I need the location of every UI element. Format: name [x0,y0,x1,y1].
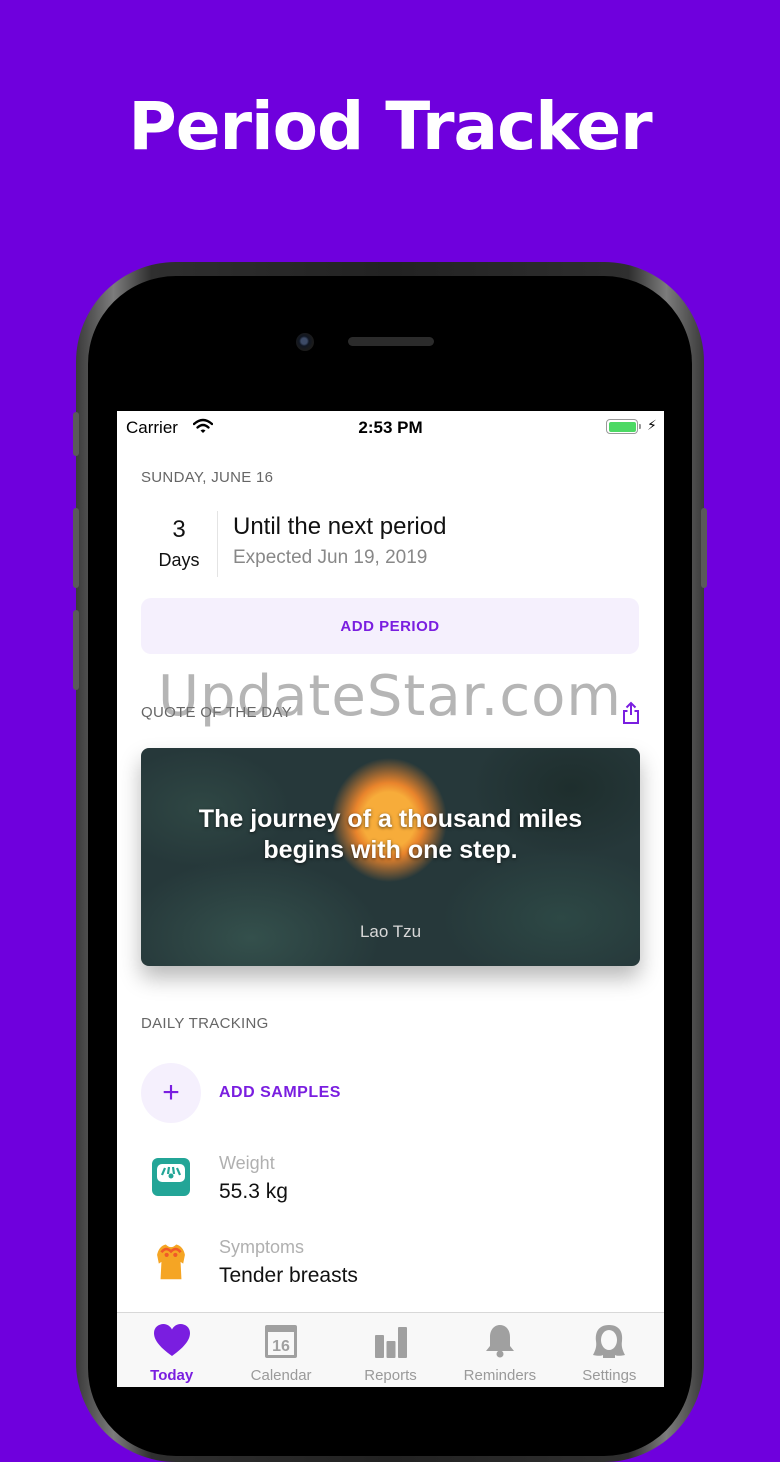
calendar-day-number: 16 [272,1338,290,1355]
tab-reports[interactable]: Reports [336,1313,445,1387]
days-number: 3 [172,516,186,543]
calendar-icon: 16 [265,1325,298,1358]
daily-tracking-label: DAILY TRACKING [141,1015,269,1032]
add-samples-button[interactable]: ADD SAMPLES [219,1084,341,1102]
tab-calendar[interactable]: 16 Calendar [226,1313,335,1387]
quote-card[interactable]: The journey of a thousand miles begins w… [141,748,640,966]
status-bar: Carrier 2:53 PM ⚡ [117,411,664,445]
tab-label-reports: Reports [364,1367,417,1384]
expected-date: Expected Jun 19, 2019 [233,547,428,568]
weight-value[interactable]: 55.3 kg [219,1180,288,1204]
symptoms-value[interactable]: Tender breasts [219,1264,358,1288]
battery-cap [639,424,641,429]
volume-up-button [73,508,79,588]
body-icon [157,1244,185,1280]
power-button [701,508,707,588]
tab-reminders[interactable]: Reminders [445,1313,554,1387]
person-icon [593,1325,626,1358]
earpiece-speaker [348,337,434,346]
mute-switch [73,412,79,456]
symptoms-label: Symptoms [219,1237,305,1257]
watermark: UpdateStar.com [158,664,622,729]
status-time: 2:53 PM [358,418,423,437]
headline: Period Tracker [128,88,652,165]
tab-settings[interactable]: Settings [555,1313,664,1387]
add-samples-plus-icon[interactable]: + [141,1063,201,1123]
heart-icon [153,1324,190,1356]
bar-chart-icon [374,1327,407,1358]
quote-line-1: The journey of a thousand miles [198,805,583,833]
front-camera [296,333,314,351]
scale-icon [152,1158,190,1196]
quote-text: The journey of a thousand miles begins w… [141,804,640,866]
app-screen: Carrier 2:53 PM ⚡ SUNDAY, JUNE 16 3 Days… [117,411,664,1387]
battery-icon [606,419,638,434]
add-period-button[interactable]: ADD PERIOD [141,598,639,654]
quote-line-2: begins with one step. [263,836,518,864]
days-countdown: 3 Days [141,511,218,577]
quote-author: Lao Tzu [359,922,422,941]
days-unit: Days [158,550,200,570]
weight-label: Weight [219,1153,275,1173]
tab-label-settings: Settings [582,1367,637,1384]
tab-bar: Today 16 Calendar Reports Reminders Sett… [117,1312,664,1387]
tab-label-calendar: Calendar [250,1367,312,1384]
charging-bolt-icon: ⚡ [647,417,657,433]
tab-label-today: Today [150,1367,194,1384]
tab-label-reminders: Reminders [463,1367,537,1384]
tab-today[interactable]: Today [117,1313,226,1387]
date-label: SUNDAY, JUNE 16 [141,469,274,486]
next-period-title: Until the next period [233,513,447,540]
bell-icon [485,1325,514,1358]
